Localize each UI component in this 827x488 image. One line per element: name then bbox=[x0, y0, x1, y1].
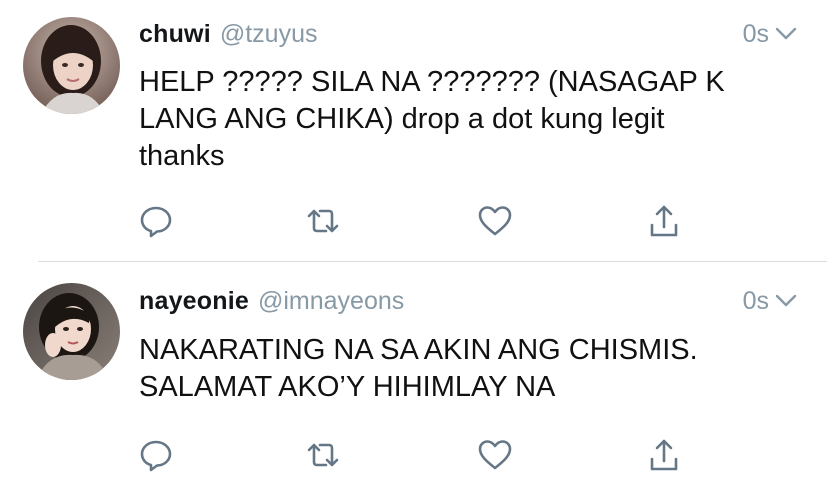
chevron-down-icon[interactable] bbox=[775, 294, 797, 308]
user-handle[interactable]: @tzuyus bbox=[220, 20, 318, 49]
tweet-meta: 0s bbox=[743, 287, 797, 316]
retweet-button[interactable] bbox=[303, 435, 343, 475]
retweet-icon bbox=[307, 443, 339, 467]
share-icon bbox=[650, 439, 678, 471]
tweet-divider bbox=[38, 261, 827, 262]
reply-button[interactable] bbox=[136, 435, 176, 475]
retweet-icon bbox=[307, 209, 339, 233]
like-icon bbox=[478, 206, 512, 236]
share-button[interactable] bbox=[644, 435, 684, 475]
tweet-header: chuwi @tzuyus 0s bbox=[139, 14, 797, 54]
avatar-photo-icon bbox=[23, 283, 120, 380]
like-button[interactable] bbox=[475, 435, 515, 475]
tweet-text: HELP ????? SILA NA ??????? (NASAGAP K LA… bbox=[139, 66, 725, 172]
tweet-actions bbox=[139, 435, 699, 475]
retweet-button[interactable] bbox=[303, 201, 343, 241]
tweet-meta: 0s bbox=[743, 20, 797, 49]
chevron-down-icon[interactable] bbox=[775, 27, 797, 41]
tweet-header: nayeonie @imnayeons 0s bbox=[139, 281, 797, 321]
tweet[interactable]: chuwi @tzuyus 0s HELP ????? SILA NA ????… bbox=[0, 0, 827, 262]
tweet-text: NAKARATING NA SA AKIN ANG CHISMIS. SALAM… bbox=[139, 334, 698, 403]
reply-icon bbox=[140, 440, 172, 472]
display-name[interactable]: nayeonie bbox=[139, 287, 249, 316]
share-icon bbox=[650, 205, 678, 237]
like-icon bbox=[478, 440, 512, 470]
like-button[interactable] bbox=[475, 201, 515, 241]
timestamp: 0s bbox=[742, 19, 769, 48]
tweet-actions bbox=[139, 201, 699, 241]
reply-icon bbox=[140, 206, 172, 238]
tweet[interactable]: nayeonie @imnayeons 0s NAKARATING NA SA … bbox=[0, 263, 827, 488]
display-name[interactable]: chuwi bbox=[139, 20, 211, 49]
avatar[interactable] bbox=[23, 283, 120, 380]
timestamp: 0s bbox=[742, 286, 769, 315]
share-button[interactable] bbox=[644, 201, 684, 241]
avatar-photo-icon bbox=[23, 17, 120, 114]
reply-button[interactable] bbox=[136, 201, 176, 241]
user-handle[interactable]: @imnayeons bbox=[258, 287, 404, 316]
avatar[interactable] bbox=[23, 17, 120, 114]
